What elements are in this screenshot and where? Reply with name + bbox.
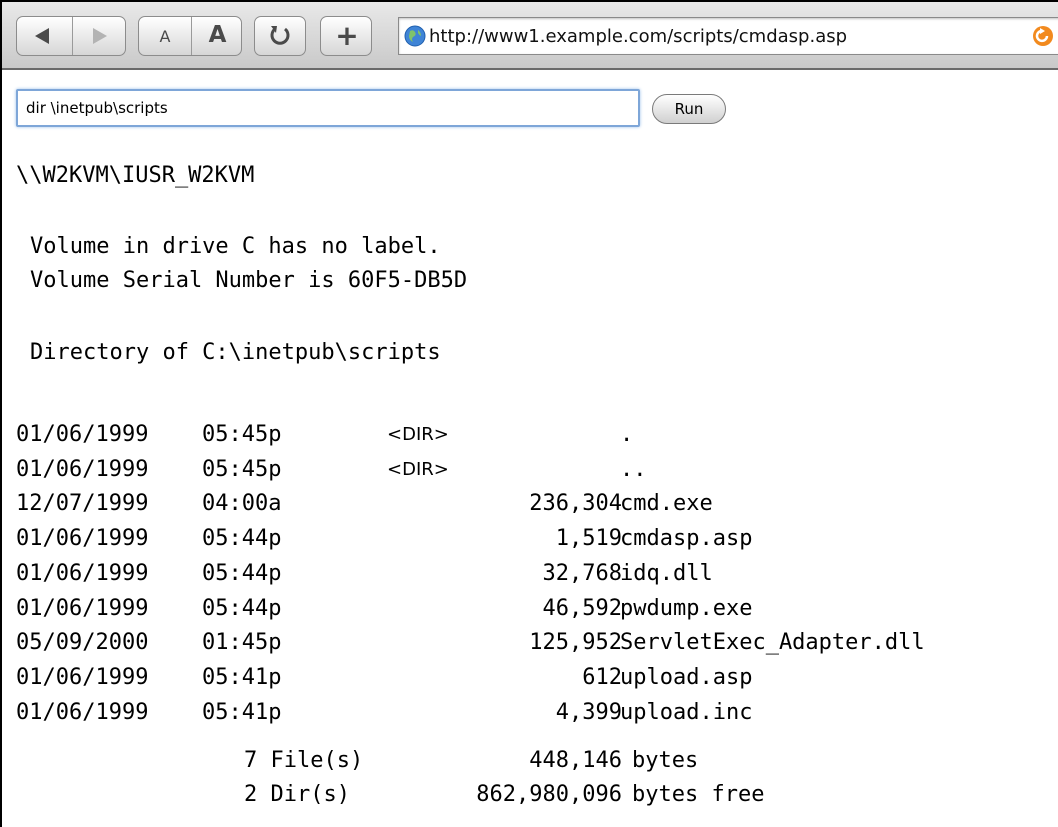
dirs-free-unit: bytes free — [632, 782, 765, 807]
browser-toolbar: A A + http://www1.example.com/scripts/cm… — [2, 2, 1058, 70]
volume-label-line: Volume in drive C has no label. — [30, 234, 441, 259]
entry-size: 32,768 — [542, 560, 622, 586]
forward-arrow-icon — [93, 28, 107, 44]
window-left-border — [0, 0, 2, 827]
globe-icon — [404, 25, 426, 47]
run-button[interactable]: Run — [652, 94, 726, 124]
entry-name: cmd.exe — [620, 491, 713, 517]
entry-time: 05:45p — [202, 422, 282, 447]
snapback-icon[interactable] — [1032, 25, 1054, 47]
dirs-free-size: 862,980,096 — [476, 782, 622, 807]
text-smaller-label: A — [159, 27, 171, 46]
command-input[interactable] — [16, 89, 640, 127]
entry-name: .. — [620, 456, 647, 482]
plus-icon: + — [335, 19, 359, 52]
text-bigger-label: A — [208, 22, 227, 48]
back-arrow-icon — [35, 28, 49, 44]
current-user: \\W2KVM\IUSR_W2KVM — [16, 163, 255, 188]
dirs-count: 2 Dir(s) — [244, 782, 350, 807]
entry-size: 612 — [582, 664, 622, 690]
entry-date: 01/06/1999 — [16, 560, 149, 586]
entry-size: 46,592 — [542, 595, 622, 621]
entry-time: 05:45p — [202, 456, 282, 482]
entry-dir: <DIR> — [387, 458, 449, 480]
entry-name: idq.dll — [620, 560, 713, 586]
entry-date: 01/06/1999 — [16, 456, 149, 482]
back-forward-group — [16, 16, 126, 56]
entry-date: 01/06/1999 — [16, 664, 149, 690]
entry-date: 01/06/1999 — [16, 699, 149, 725]
entry-date: 01/06/1999 — [16, 595, 149, 621]
reload-button[interactable] — [254, 16, 306, 56]
forward-button[interactable] — [73, 17, 127, 55]
directory-line: Directory of C:\inetpub\scripts — [30, 340, 441, 365]
entry-name: cmdasp.asp — [620, 526, 753, 552]
url-text: http://www1.example.com/scripts/cmdasp.a… — [429, 26, 848, 47]
files-size-unit: bytes — [632, 748, 699, 773]
entry-date: 05/09/2000 — [16, 630, 149, 656]
entry-size: 236,304 — [529, 491, 622, 517]
entry-time: 05:44p — [202, 560, 282, 586]
entry-size: 4,399 — [555, 699, 622, 725]
entry-time: 05:44p — [202, 526, 282, 552]
entry-name: ServletExec_Adapter.dll — [620, 630, 925, 656]
entry-name: pwdump.exe — [620, 595, 753, 621]
entry-dir: <DIR> — [387, 424, 449, 445]
entry-time: 05:41p — [202, 664, 282, 690]
text-size-group: A A — [138, 16, 242, 56]
entry-size: 125,952 — [529, 630, 622, 656]
text-smaller-button[interactable]: A — [139, 17, 191, 55]
entry-time: 05:41p — [202, 699, 282, 725]
text-bigger-button[interactable]: A — [192, 17, 243, 55]
address-bar[interactable]: http://www1.example.com/scripts/cmdasp.a… — [398, 17, 1058, 55]
entry-name: upload.asp — [620, 664, 753, 690]
files-count: 7 File(s) — [244, 748, 364, 773]
entry-date: 01/06/1999 — [16, 422, 149, 447]
entry-date: 12/07/1999 — [16, 491, 149, 517]
entry-date: 01/06/1999 — [16, 526, 149, 552]
reload-icon — [270, 26, 290, 45]
entry-time: 01:45p — [202, 630, 282, 656]
entry-name: upload.inc — [620, 699, 753, 725]
entry-size: 1,519 — [555, 526, 622, 552]
files-total-size: 448,146 — [529, 748, 622, 773]
volume-serial-line: Volume Serial Number is 60F5-DB5D — [30, 268, 468, 293]
back-button[interactable] — [17, 17, 72, 55]
add-bookmark-button[interactable]: + — [320, 16, 372, 56]
entry-name: . — [620, 422, 634, 447]
entry-time: 04:00a — [202, 491, 282, 517]
entry-time: 05:44p — [202, 595, 282, 621]
